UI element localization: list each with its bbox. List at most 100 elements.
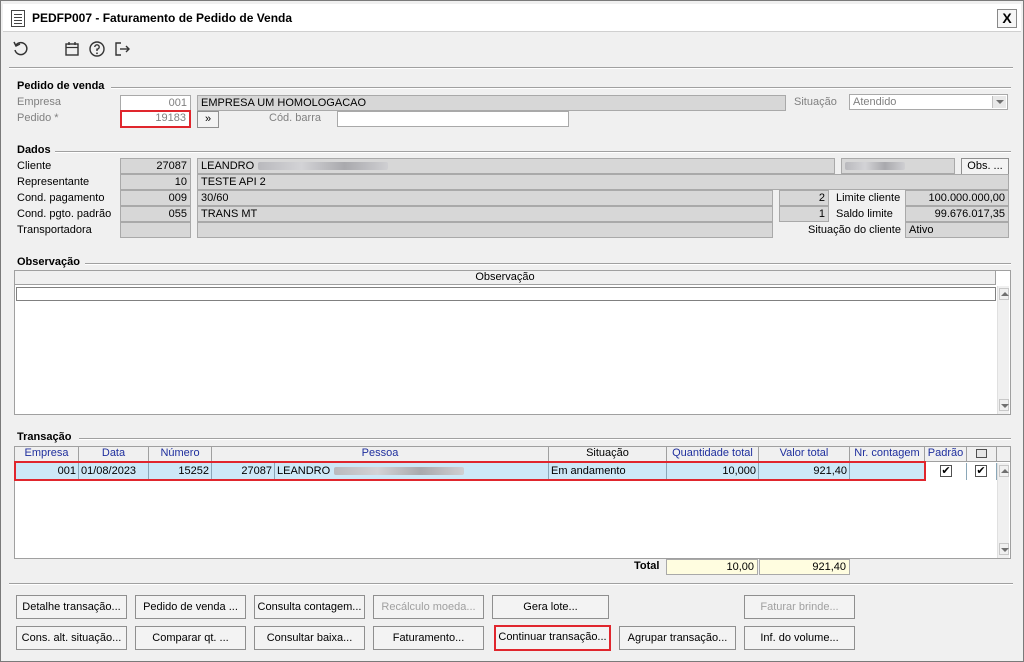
comparar-qt-button[interactable]: Comparar qt. ... [135,626,246,650]
cell-valor: 921,40 [759,463,850,480]
transacao-grid[interactable]: Empresa Data Número Pessoa Situação Quan… [14,446,1011,559]
close-button[interactable]: X [997,9,1017,28]
pedido-nav-button[interactable]: » [197,111,219,128]
cell-pessoa-code: 27087 [212,463,275,480]
document-icon [11,10,25,27]
pessoa-name: LEANDRO [277,465,331,477]
agrupar-transacao-button[interactable]: Agrupar transação... [619,626,736,650]
cons-alt-situacao-button[interactable]: Cons. alt. situação... [16,626,127,650]
pedido-label: Pedido * [17,112,59,124]
situacao-select[interactable]: Atendido [849,94,1008,110]
cell-situacao: Em andamento [549,463,667,480]
window-title: PEDFP007 - Faturamento de Pedido de Vend… [32,11,293,25]
cell-select: ✔ [967,463,997,480]
saldo-limite-field: 99.676.017,35 [905,206,1009,222]
total-label: Total [634,560,660,572]
inf-volume-button[interactable]: Inf. do volume... [744,626,855,650]
cod-barra-label: Cód. barra [269,112,321,124]
title-bar: PEDFP007 - Faturamento de Pedido de Vend… [3,4,1021,32]
observacao-scrollbar[interactable] [997,286,1009,414]
redacted-text [845,162,905,171]
empresa-label: Empresa [17,96,62,108]
select-all-checkbox[interactable] [976,448,987,458]
toolbar-separator [9,67,1013,68]
chevron-down-icon [992,96,1006,108]
cod-barra-input[interactable] [337,111,569,127]
col-empresa[interactable]: Empresa [15,447,79,461]
cell-padrao: ✔ [925,463,967,480]
situacao-cliente-field: Ativo [905,222,1009,238]
situacao-label: Situação [794,96,837,108]
table-row[interactable]: 001 01/08/2023 15252 27087 LEANDRO Em an… [15,463,997,480]
cell-numero: 15252 [149,463,212,480]
cond-pagamento-label: Cond. pagamento [17,192,105,204]
representante-name-field: TESTE API 2 [197,174,1009,190]
transportadora-name-field [197,222,773,238]
pedido-venda-button[interactable]: Pedido de venda ... [135,595,246,619]
col-padrao[interactable]: Padrão [925,447,967,461]
limite-cliente-label: Limite cliente [836,192,901,204]
cond-padrao-name-field: TRANS MT [197,206,773,222]
gera-lote-button[interactable]: Gera lote... [492,595,609,619]
bottom-separator [9,583,1013,584]
continuar-transacao-button[interactable]: Continuar transação... [494,625,611,651]
cond-pagamento-code-field: 009 [120,190,191,206]
dados-group-title: Dados [17,144,51,156]
cond-pagamento-num-field: 2 [779,190,829,206]
situacao-cliente-label: Situação do cliente [808,224,901,236]
cell-quantidade: 10,000 [667,463,759,480]
faturar-brinde-button[interactable]: Faturar brinde... [744,595,855,619]
main-window: PEDFP007 - Faturamento de Pedido de Vend… [0,0,1024,662]
row-select-checkbox[interactable]: ✔ [975,465,987,477]
col-data[interactable]: Data [79,447,149,461]
pedido-number-field[interactable]: 19183 [120,110,191,128]
transacao-grid-header: Empresa Data Número Pessoa Situação Quan… [15,447,1010,462]
scroll-down-icon[interactable] [999,399,1009,411]
cond-padrao-num-field: 1 [779,206,829,222]
empresa-code-field[interactable]: 001 [120,95,191,111]
total-valor-field: 921,40 [759,559,850,575]
situacao-value: Atendido [853,96,897,108]
faturamento-button[interactable]: Faturamento... [373,626,484,650]
scroll-down-icon[interactable] [999,543,1009,555]
cell-data: 01/08/2023 [79,463,149,480]
toolbar [3,34,1021,64]
scroll-up-icon[interactable] [999,465,1009,477]
col-numero[interactable]: Número [149,447,212,461]
exit-icon[interactable] [113,40,131,58]
cliente-name: LEANDRO [201,160,255,172]
recalculo-moeda-button[interactable]: Recálculo moeda... [373,595,484,619]
observacao-grid[interactable]: Observação [14,270,1011,415]
transacao-scrollbar[interactable] [997,463,1009,558]
consultar-baixa-button[interactable]: Consultar baixa... [254,626,365,650]
cell-pessoa-name: LEANDRO [275,463,549,480]
help-icon[interactable] [88,40,106,58]
col-nr-contagem[interactable]: Nr. contagem [850,447,925,461]
consulta-contagem-button[interactable]: Consulta contagem... [254,595,365,619]
observacao-edit-row[interactable] [16,287,996,301]
pedido-group-title: Pedido de venda [17,80,105,92]
col-situacao[interactable]: Situação [549,447,667,461]
col-select-all[interactable] [967,447,997,461]
refresh-icon[interactable] [12,40,30,58]
cell-empresa: 001 [15,463,79,480]
scroll-up-icon[interactable] [999,288,1009,300]
obs-button[interactable]: Obs. ... [961,158,1009,175]
transacao-group-title: Transação [17,431,72,443]
detalhe-transacao-button[interactable]: Detalhe transação... [16,595,127,619]
col-valor-total[interactable]: Valor total [759,447,850,461]
observacao-group-title: Observação [17,256,80,268]
col-quantidade-total[interactable]: Quantidade total [667,447,759,461]
total-quantidade-field: 10,00 [666,559,758,575]
redacted-text [334,467,465,476]
cond-pagamento-name-field: 30/60 [197,190,773,206]
observacao-grid-header: Observação [15,271,996,285]
representante-label: Representante [17,176,90,188]
observacao-group-line [85,263,1011,264]
pedido-group-line [111,87,1011,88]
col-pessoa[interactable]: Pessoa [212,447,549,461]
calendar-icon[interactable] [63,40,81,58]
cond-padrao-label: Cond. pgto. padrão [17,208,112,220]
observacao-column-header[interactable]: Observação [15,271,996,285]
padrao-checkbox[interactable]: ✔ [940,465,952,477]
